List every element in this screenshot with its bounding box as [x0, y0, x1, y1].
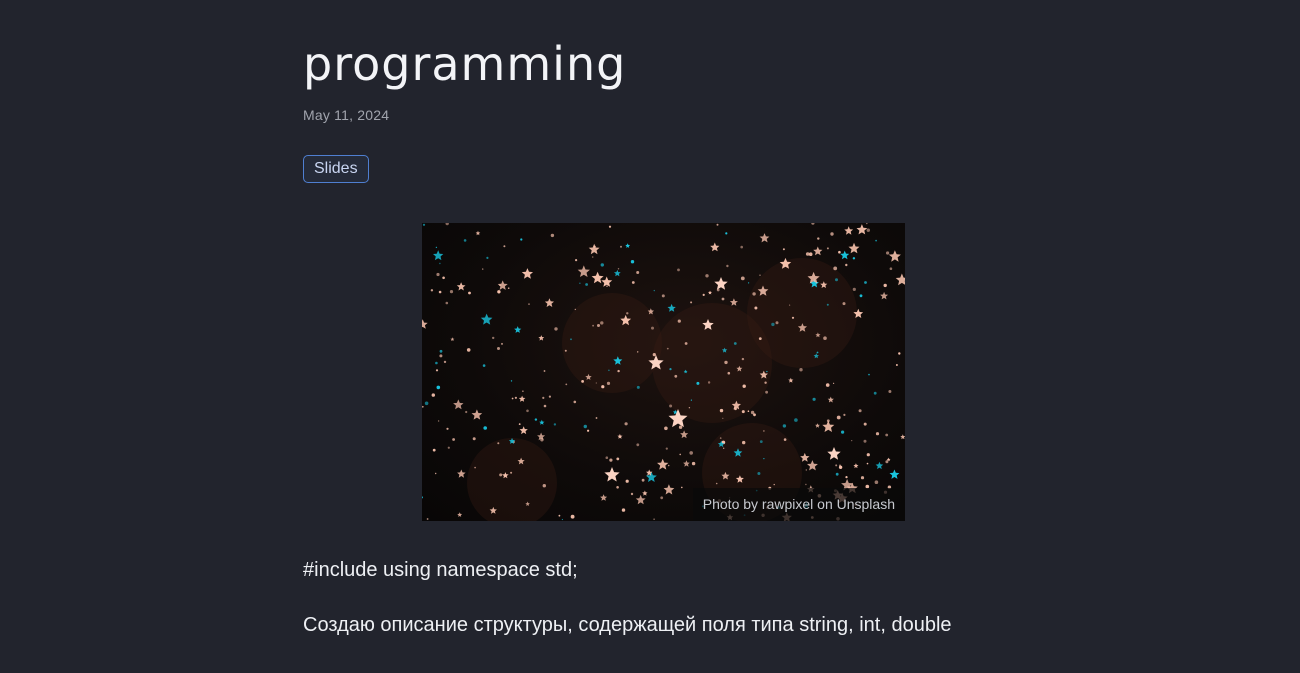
image-caption: Photo by rawpixel on Unsplash [692, 488, 905, 521]
paragraph: #include using namespace std; [303, 559, 578, 581]
tag-slides[interactable]: Slides [303, 155, 369, 183]
post-title: programming [303, 37, 627, 91]
hero-image: Photo by rawpixel on Unsplash [422, 223, 905, 521]
paragraph: Создаю описание структуры, содержащей по… [303, 614, 952, 636]
post-date: May 11, 2024 [303, 107, 390, 123]
starfield-illustration [422, 223, 905, 521]
